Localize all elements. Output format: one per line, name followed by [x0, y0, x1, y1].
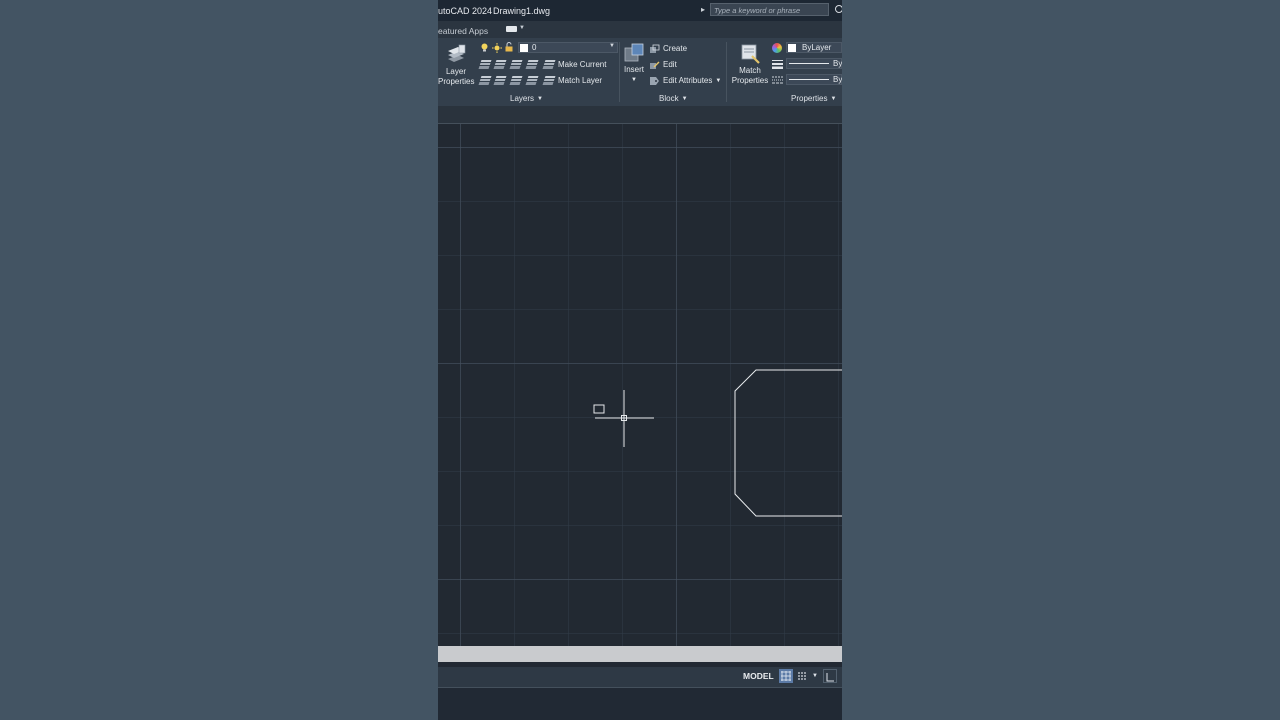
layer-properties-label-1: Layer — [445, 67, 466, 76]
lineweight-dropdown-value: By — [833, 59, 842, 68]
lineweight-line-preview — [789, 63, 829, 64]
layer-properties-button[interactable]: Layer Properties — [438, 43, 474, 87]
chevron-right-icon[interactable]: ▸ — [701, 5, 705, 14]
edit-attributes-icon[interactable] — [649, 76, 659, 85]
chevron-down-icon: ▼ — [715, 78, 722, 84]
autocad-window: utoCAD 2024 Drawing1.dwg ▸ Type a keywor… — [438, 0, 842, 720]
match-properties-label-2: Properties — [731, 76, 769, 85]
sun-icon[interactable] — [492, 43, 502, 53]
grid-icon[interactable] — [779, 669, 793, 683]
match-layer-icon[interactable] — [542, 76, 556, 85]
chevron-down-icon[interactable]: ▼ — [519, 25, 525, 31]
bottom-area — [438, 688, 842, 720]
unlock-icon[interactable] — [504, 42, 514, 52]
layer-isolate-icon[interactable] — [478, 60, 492, 69]
match-properties-button[interactable]: Match Properties — [730, 42, 770, 86]
create-block-icon[interactable] — [649, 44, 660, 53]
chevron-down-icon: ▼ — [609, 43, 615, 49]
insert-block-icon — [624, 43, 644, 62]
ribbon-tab-row: eatured Apps ▼ — [438, 21, 842, 38]
color-swatch — [788, 44, 796, 52]
color-dropdown-value: ByLayer — [802, 43, 832, 52]
layer-freeze-icon[interactable] — [509, 60, 523, 69]
ribbon: Layer Properties 0 ▼ Make Current Match … — [438, 38, 842, 106]
layer-on-icon[interactable] — [493, 76, 507, 85]
lightbulb-icon[interactable] — [480, 43, 490, 52]
drawing-canvas[interactable] — [438, 124, 842, 646]
lineweight-icon[interactable] — [772, 59, 783, 69]
chevron-down-icon[interactable]: ▼ — [810, 669, 824, 683]
command-line[interactable] — [438, 646, 842, 662]
insert-button[interactable]: Insert ▼ — [622, 42, 646, 85]
insert-label: Insert — [623, 65, 644, 74]
layer-off-icon[interactable] — [493, 60, 507, 69]
title-bar: utoCAD 2024 Drawing1.dwg ▸ Type a keywor… — [438, 0, 842, 21]
layer-properties-icon — [448, 44, 466, 62]
linetype-dropdown[interactable]: By — [786, 74, 842, 85]
layer-lock-icon[interactable] — [525, 60, 539, 69]
model-space-button[interactable]: MODEL — [743, 671, 774, 681]
panel-divider — [619, 42, 620, 102]
chamfered-rectangle — [734, 369, 842, 517]
status-bar: MODEL ▼ — [438, 667, 842, 688]
properties-panel-title[interactable]: Properties ▼ — [791, 94, 836, 106]
ribbon-bottom-band — [438, 106, 842, 124]
edit-block-button[interactable]: Edit — [663, 60, 677, 69]
app-title: utoCAD 2024 — [438, 6, 493, 16]
linetype-line-preview — [789, 79, 829, 80]
layers-panel-label: Layers — [510, 94, 535, 103]
chevron-down-icon: ▼ — [537, 96, 543, 102]
snap-icon[interactable] — [795, 669, 809, 683]
panel-divider — [726, 42, 727, 102]
layer-thaw-icon[interactable] — [509, 76, 523, 85]
color-wheel-icon[interactable] — [772, 43, 782, 53]
layer-dropdown-value: 0 — [532, 43, 537, 52]
drawing-layer — [593, 369, 842, 517]
block-panel-label: Block — [659, 94, 679, 103]
ortho-icon[interactable] — [823, 669, 837, 683]
chevron-down-icon: ▼ — [830, 96, 837, 102]
match-layer-button[interactable]: Match Layer — [558, 76, 602, 85]
document-title: Drawing1.dwg — [493, 6, 551, 16]
layer-dropdown[interactable]: 0 ▼ — [518, 42, 618, 53]
properties-panel-label: Properties — [791, 94, 828, 103]
block-panel-title[interactable]: Block ▼ — [659, 94, 688, 106]
linetype-dropdown-value: By — [833, 75, 842, 84]
linetype-icon[interactable] — [772, 75, 783, 84]
ribbon-toggle-icon[interactable] — [506, 26, 517, 32]
edit-attributes-label: Edit Attributes — [663, 76, 713, 85]
layer-color-swatch — [520, 44, 528, 52]
user-icon[interactable] — [835, 5, 842, 13]
match-properties-label-1: Match — [739, 66, 761, 75]
layers-panel-title[interactable]: Layers ▼ — [510, 94, 543, 106]
chevron-down-icon: ▼ — [631, 77, 637, 83]
tab-featured-apps[interactable]: eatured Apps — [438, 26, 488, 36]
chevron-down-icon: ▼ — [681, 96, 688, 102]
make-current-icon[interactable] — [542, 60, 556, 69]
match-properties-icon — [741, 44, 760, 64]
lineweight-dropdown[interactable]: By — [786, 58, 842, 69]
color-dropdown[interactable]: ByLayer — [786, 42, 842, 53]
pickbox — [593, 404, 605, 414]
crosshair-cursor — [595, 390, 654, 447]
edit-block-icon[interactable] — [649, 60, 660, 69]
layer-unlock-icon[interactable] — [525, 76, 539, 85]
create-block-button[interactable]: Create — [663, 44, 687, 53]
search-input[interactable]: Type a keyword or phrase — [710, 3, 829, 16]
make-current-button[interactable]: Make Current — [558, 60, 606, 69]
edit-attributes-button[interactable]: Edit Attributes ▼ — [663, 76, 721, 85]
layer-properties-label-2: Properties — [438, 77, 475, 86]
layer-unisolate-icon[interactable] — [478, 76, 492, 85]
